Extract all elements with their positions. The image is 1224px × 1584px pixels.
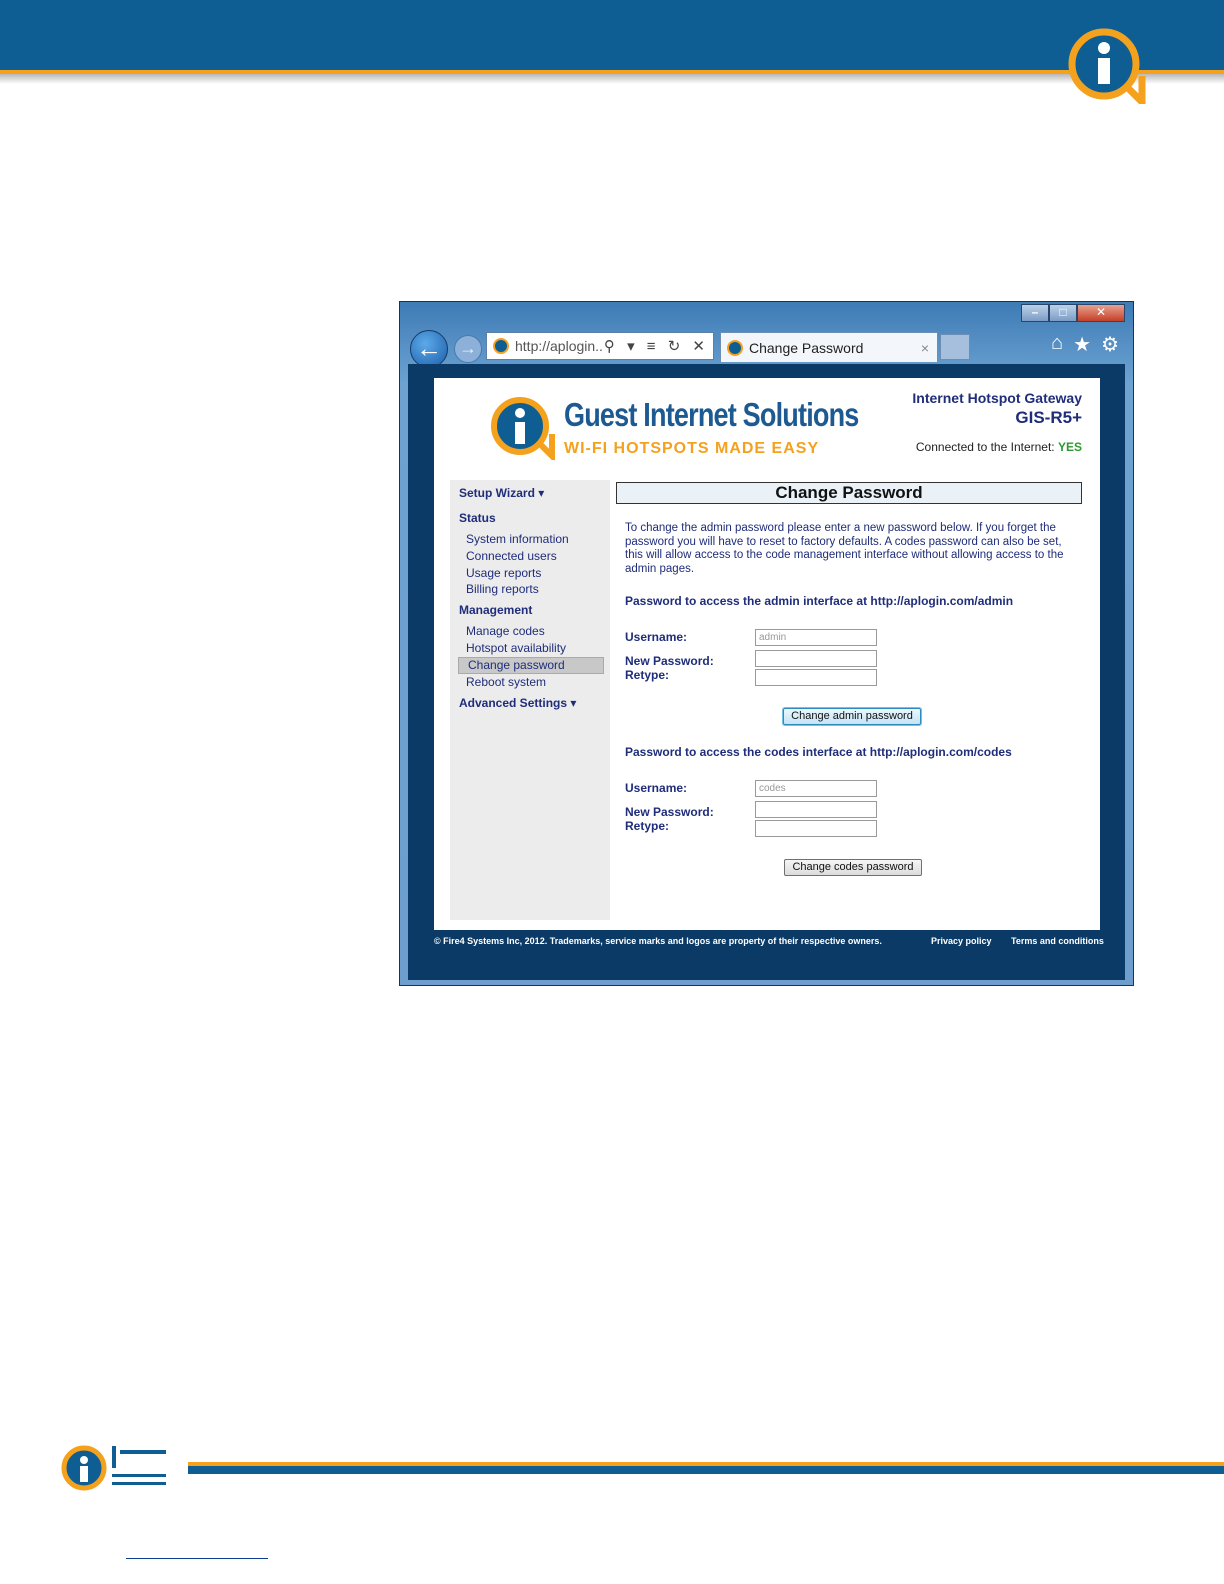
sidebar-advanced-settings[interactable]: Advanced Settings ▾ bbox=[459, 696, 576, 710]
browser-window: – □ ✕ ← → http://aplogin.... ⚲ ▾ ≡ ↻ ✕ C… bbox=[399, 301, 1134, 986]
admin-username-label: Username: bbox=[625, 630, 688, 644]
minimize-button[interactable]: – bbox=[1021, 304, 1049, 322]
connection-label: Connected to the Internet: bbox=[915, 440, 1055, 454]
sidebar-item-billing-reports[interactable]: Billing reports bbox=[466, 582, 539, 596]
guest-internet-logo-icon bbox=[1068, 28, 1146, 104]
address-url[interactable]: http://aplogin.... bbox=[515, 338, 604, 354]
connection-status: Connected to the Internet: YES bbox=[916, 440, 1082, 454]
sidebar-item-connected-users[interactable]: Connected users bbox=[466, 549, 557, 563]
admin-new-password-input[interactable] bbox=[755, 650, 877, 667]
document-footer-link-underline bbox=[126, 1558, 268, 1559]
document-header-shadow bbox=[0, 74, 1224, 84]
footer-copyright: © Fire4 Systems Inc, 2012. Trademarks, s… bbox=[434, 936, 882, 946]
browser-toolbar: ← → http://aplogin.... ⚲ ▾ ≡ ↻ ✕ Change … bbox=[400, 326, 1133, 368]
sidebar-management-heading: Management bbox=[459, 603, 533, 617]
footer-terms-link[interactable]: Terms and conditions bbox=[1011, 936, 1104, 946]
footer-privacy-link[interactable]: Privacy policy bbox=[931, 936, 992, 946]
sidebar-item-change-password[interactable]: Change password bbox=[458, 657, 604, 674]
favorites-star-icon[interactable]: ★ bbox=[1073, 332, 1091, 357]
address-bar[interactable]: http://aplogin.... ⚲ ▾ ≡ ↻ ✕ bbox=[486, 332, 714, 360]
tab-title: Change Password bbox=[749, 339, 864, 356]
sidebar-item-hotspot-availability[interactable]: Hotspot availability bbox=[466, 641, 566, 655]
codes-username-label: Username: bbox=[625, 781, 688, 795]
admin-retype-label: Retype: bbox=[625, 668, 670, 682]
browser-tool-icons: ⌂ ★ ⚙ bbox=[1051, 332, 1119, 357]
sidebar-item-reboot-system[interactable]: Reboot system bbox=[466, 675, 546, 689]
back-arrow-icon[interactable]: ← bbox=[410, 330, 448, 368]
browser-viewport: Guest Internet Solutions WI-FI HOTSPOTS … bbox=[408, 364, 1125, 980]
sidebar-item-manage-codes[interactable]: Manage codes bbox=[466, 624, 545, 638]
product-name: Internet Hotspot Gateway bbox=[912, 390, 1082, 406]
settings-gear-icon[interactable]: ⚙ bbox=[1101, 332, 1119, 357]
brand-tagline: WI-FI HOTSPOTS MADE EASY bbox=[564, 440, 820, 457]
document-header-bar bbox=[0, 0, 1224, 72]
sidebar-status-heading: Status bbox=[459, 511, 496, 525]
connection-value: YES bbox=[1057, 440, 1082, 454]
admin-retype-input[interactable] bbox=[755, 669, 877, 686]
tab-close-icon[interactable]: × bbox=[921, 340, 937, 356]
codes-new-password-label: New Password: bbox=[625, 805, 714, 819]
address-bar-icons[interactable]: ⚲ ▾ ≡ ↻ ✕ bbox=[604, 337, 713, 355]
new-tab-button[interactable] bbox=[940, 334, 970, 360]
codes-username-input[interactable]: codes bbox=[755, 780, 877, 797]
admin-username-input[interactable]: admin bbox=[755, 629, 877, 646]
brand-name: Guest Internet Solutions bbox=[564, 396, 859, 433]
web-page: Guest Internet Solutions WI-FI HOTSPOTS … bbox=[434, 378, 1100, 930]
admin-section-heading: Password to access the admin interface a… bbox=[625, 594, 1014, 608]
page-title: Change Password bbox=[616, 482, 1082, 504]
codes-retype-label: Retype: bbox=[625, 819, 670, 833]
change-admin-password-button[interactable]: Change admin password bbox=[783, 708, 921, 725]
tab-favicon-icon bbox=[727, 339, 743, 356]
change-codes-password-button[interactable]: Change codes password bbox=[784, 859, 922, 876]
forward-arrow-icon[interactable]: → bbox=[454, 335, 482, 363]
window-controls: – □ ✕ bbox=[1021, 304, 1125, 322]
intro-text: To change the admin password please ente… bbox=[625, 522, 1064, 575]
close-window-button[interactable]: ✕ bbox=[1077, 304, 1125, 322]
site-favicon-icon bbox=[493, 338, 509, 354]
codes-new-password-input[interactable] bbox=[755, 801, 877, 818]
codes-section-heading: Password to access the codes interface a… bbox=[625, 745, 1012, 759]
sidebar-item-system-information[interactable]: System information bbox=[466, 532, 569, 546]
sidebar-setup-wizard[interactable]: Setup Wizard ▾ bbox=[459, 486, 544, 500]
tab-change-password[interactable]: Change Password × bbox=[720, 332, 938, 362]
sidebar-item-usage-reports[interactable]: Usage reports bbox=[466, 566, 541, 580]
codes-retype-input[interactable] bbox=[755, 820, 877, 837]
sidebar-nav: Setup Wizard ▾ Status System information… bbox=[450, 480, 610, 920]
document-footer-bar bbox=[188, 1466, 1224, 1474]
maximize-button[interactable]: □ bbox=[1049, 304, 1077, 322]
brand-logo-icon bbox=[491, 397, 555, 460]
product-model: GIS-R5+ bbox=[1015, 408, 1082, 427]
home-icon[interactable]: ⌂ bbox=[1051, 332, 1063, 357]
guest-internet-footer-logo-icon bbox=[61, 1445, 166, 1491]
admin-new-password-label: New Password: bbox=[625, 654, 714, 668]
